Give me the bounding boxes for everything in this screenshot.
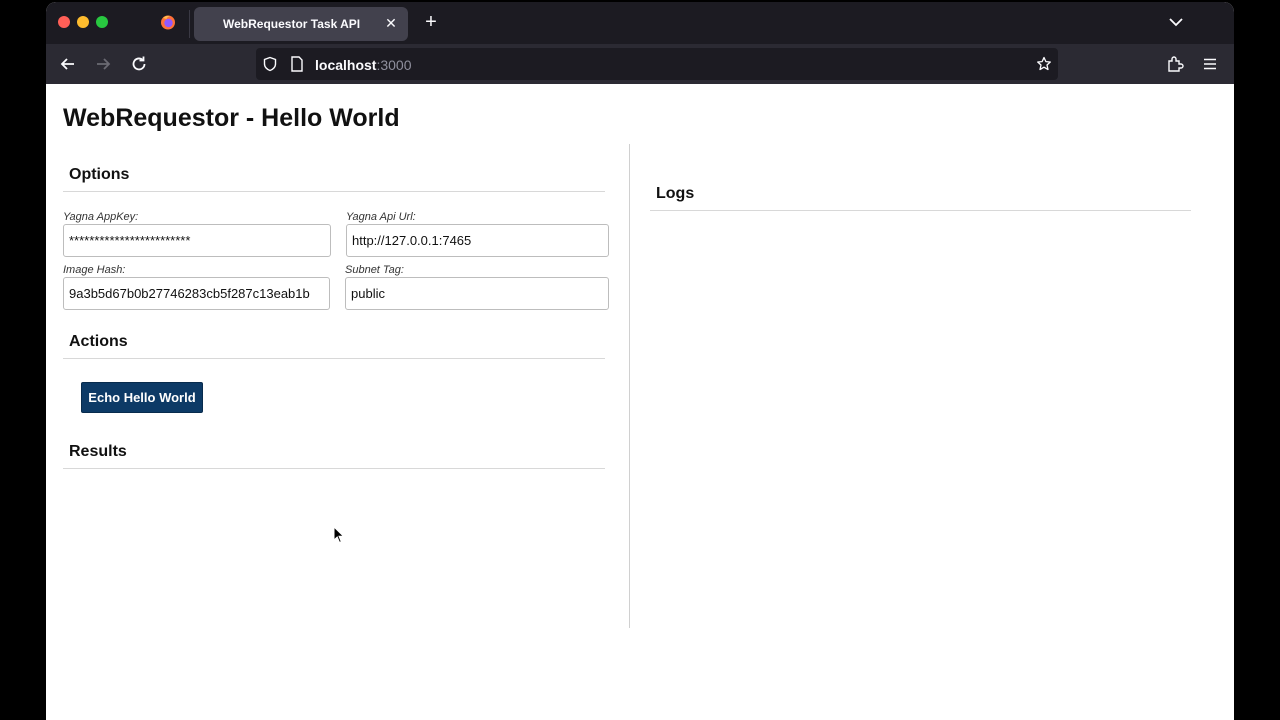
close-tab-icon[interactable]: ✕ (382, 14, 400, 32)
url-bar[interactable]: localhost:3000 (256, 48, 1058, 80)
tab-title: WebRequestor Task API (223, 17, 361, 31)
apiurl-label: Yagna Api Url: (346, 211, 416, 223)
page-icon[interactable] (290, 56, 304, 72)
page-title: WebRequestor - Hello World (63, 104, 400, 132)
forward-arrow-icon[interactable] (92, 53, 114, 75)
new-tab-button[interactable]: + (420, 11, 442, 33)
appkey-field-group: Yagna AppKey: ************************ (63, 211, 331, 257)
subnet-label: Subnet Tag: (345, 264, 404, 276)
apiurl-input[interactable]: http://127.0.0.1:7465 (346, 224, 609, 257)
echo-hello-world-button[interactable]: Echo Hello World (81, 382, 203, 413)
shield-icon[interactable] (262, 56, 278, 72)
url-text[interactable]: localhost:3000 (315, 57, 412, 73)
actions-heading: Actions (63, 333, 605, 359)
url-host: localhost (315, 57, 377, 73)
appkey-label: Yagna AppKey: (63, 211, 139, 223)
navigation-bar: localhost:3000 (46, 44, 1234, 84)
maximize-window-button[interactable] (96, 16, 108, 28)
results-area (63, 476, 605, 616)
back-arrow-icon[interactable] (57, 53, 79, 75)
url-port: :3000 (376, 57, 412, 73)
tab-webrequestor[interactable]: WebRequestor Task API ✕ (194, 7, 408, 41)
column-divider (629, 144, 630, 628)
minimize-window-button[interactable] (77, 16, 89, 28)
page-content: WebRequestor - Hello World Options Yagna… (46, 84, 1234, 720)
close-window-button[interactable] (58, 16, 70, 28)
star-icon[interactable] (1036, 56, 1052, 72)
logs-heading: Logs (650, 185, 1191, 211)
hamburger-menu-icon[interactable] (1202, 56, 1218, 72)
results-heading: Results (63, 443, 605, 469)
subnet-input[interactable]: public (345, 277, 609, 310)
extensions-icon[interactable] (1166, 55, 1184, 73)
reload-icon[interactable] (128, 53, 150, 75)
options-heading: Options (63, 166, 605, 192)
firefox-icon (161, 15, 175, 30)
appkey-input[interactable]: ************************ (63, 224, 331, 257)
tab-bar: WebRequestor Task API ✕ + (46, 2, 1234, 44)
mouse-cursor-icon (333, 526, 345, 544)
chevron-down-icon[interactable] (1166, 12, 1186, 32)
browser-window: WebRequestor Task API ✕ + localhost:3000 (46, 2, 1234, 720)
logs-area (650, 218, 1191, 618)
subnet-field-group: Subnet Tag: public (345, 264, 609, 310)
apiurl-field-group: Yagna Api Url: http://127.0.0.1:7465 (346, 211, 609, 257)
imagehash-label: Image Hash: (63, 264, 126, 276)
imagehash-field-group: Image Hash: 9a3b5d67b0b27746283cb5f287c1… (63, 264, 330, 310)
imagehash-input[interactable]: 9a3b5d67b0b27746283cb5f287c13eab1b (63, 277, 330, 310)
tab-separator (189, 10, 190, 38)
